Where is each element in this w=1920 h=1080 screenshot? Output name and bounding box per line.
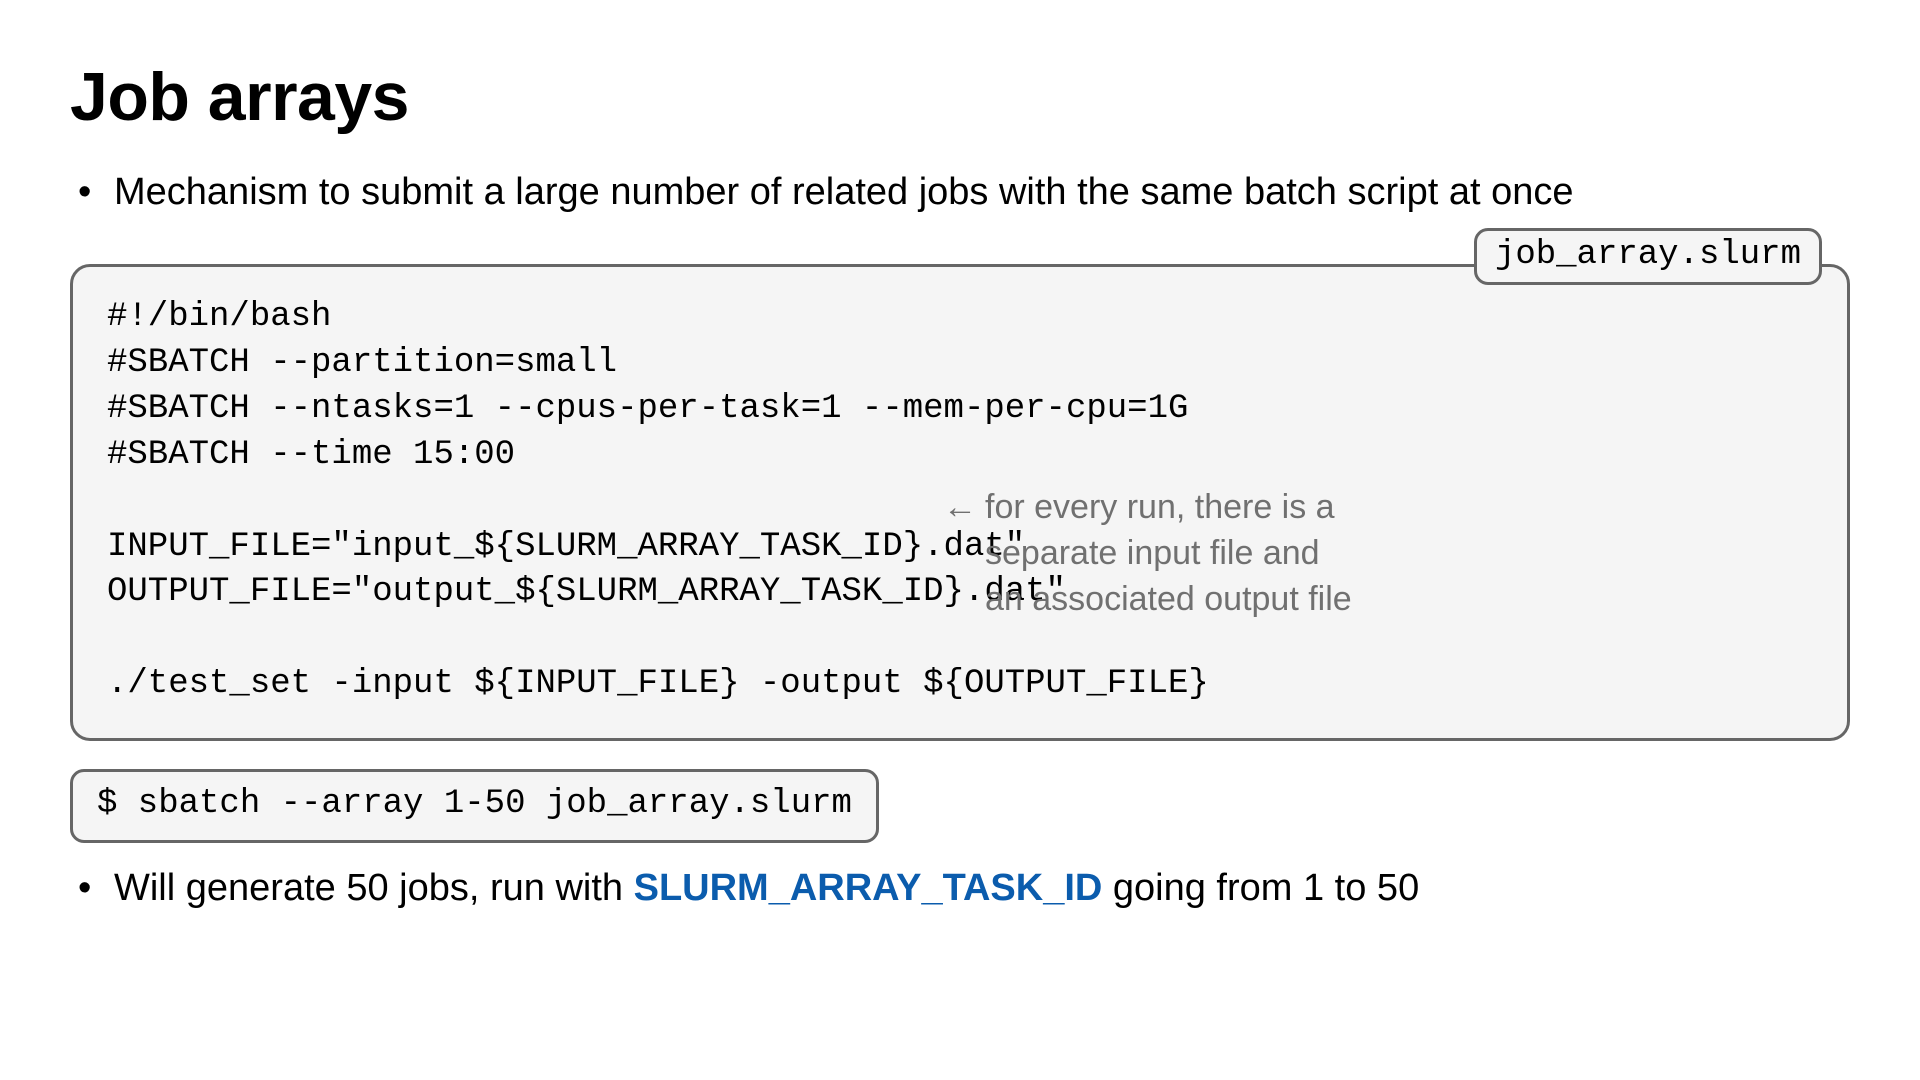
command-code: $ sbatch --array 1-50 job_array.slurm: [70, 769, 879, 843]
intro-bullet: Mechanism to submit a large number of re…: [70, 167, 1850, 218]
annotation-line: separate input file and: [985, 534, 1320, 572]
slide-title: Job arrays: [70, 60, 1850, 135]
code-line: INPUT_FILE="input_${SLURM_ARRAY_TASK_ID}…: [107, 528, 1025, 566]
script-code: #!/bin/bash #SBATCH --partition=small #S…: [70, 264, 1850, 741]
code-line: #SBATCH --ntasks=1 --cpus-per-task=1 --m…: [107, 390, 1188, 428]
script-block: job_array.slurm #!/bin/bash #SBATCH --pa…: [70, 264, 1850, 741]
result-text-post: going from 1 to 50: [1102, 867, 1419, 909]
annotation-line: for every run, there is a: [985, 488, 1335, 526]
code-line: #SBATCH --partition=small: [107, 344, 617, 382]
env-var-highlight: SLURM_ARRAY_TASK_ID: [634, 867, 1103, 909]
code-line: #SBATCH --time 15:00: [107, 436, 515, 474]
script-annotation: ←for every run, there is a←separate inpu…: [943, 485, 1463, 623]
arrow-left-icon: ←: [943, 485, 977, 531]
slide: Job arrays Mechanism to submit a large n…: [0, 0, 1920, 1080]
annotation-line: an associated output file: [985, 580, 1352, 618]
intro-bullet-list: Mechanism to submit a large number of re…: [70, 167, 1850, 218]
result-bullet: Will generate 50 jobs, run with SLURM_AR…: [70, 863, 1850, 914]
result-bullet-list: Will generate 50 jobs, run with SLURM_AR…: [70, 863, 1850, 914]
code-line: OUTPUT_FILE="output_${SLURM_ARRAY_TASK_I…: [107, 573, 1066, 611]
code-line: #!/bin/bash: [107, 298, 331, 336]
result-text-pre: Will generate 50 jobs, run with: [114, 867, 634, 909]
code-line: ./test_set -input ${INPUT_FILE} -output …: [107, 665, 1209, 703]
filename-label: job_array.slurm: [1474, 228, 1822, 285]
